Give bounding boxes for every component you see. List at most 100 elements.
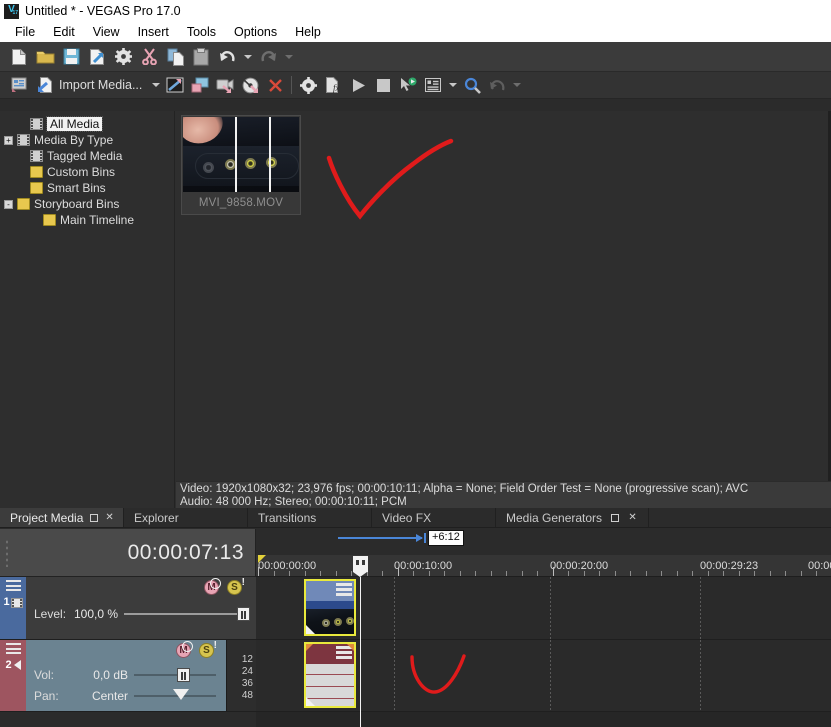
- stop-icon[interactable]: [371, 73, 395, 97]
- project-media-icon[interactable]: [7, 73, 31, 97]
- capture-video-button[interactable]: [213, 73, 237, 97]
- track-header-audio-2[interactable]: 2 M S Vol: 0,0 dB: [0, 640, 256, 712]
- render-as-button[interactable]: [85, 45, 109, 69]
- timecode-grip[interactable]: [5, 539, 9, 567]
- track-number-video[interactable]: 1: [0, 577, 26, 639]
- media-thumbnail-filename: MVI_9858.MOV: [198, 197, 284, 209]
- search-icon[interactable]: [460, 73, 484, 97]
- import-media-label[interactable]: Import Media...: [57, 78, 148, 92]
- expander-icon: [17, 120, 26, 129]
- panel-tab-bar: Project Media ✕ Explorer Transitions Vid…: [0, 508, 831, 528]
- mute-button-audio[interactable]: M: [176, 641, 193, 658]
- audio-level-meter[interactable]: 12 24 36 48: [226, 640, 256, 711]
- audio-clip[interactable]: [304, 642, 356, 708]
- open-project-button[interactable]: [33, 45, 57, 69]
- menu-item-tools[interactable]: Tools: [178, 23, 225, 41]
- import-media-caret-icon[interactable]: [149, 73, 162, 97]
- clip-fade-in-handle[interactable]: [306, 697, 315, 706]
- clip-menu-icon[interactable]: [336, 583, 352, 596]
- expander-minus-icon[interactable]: -: [4, 199, 13, 209]
- tree-item-media-by-type[interactable]: + Media By Type: [0, 132, 174, 148]
- menu-item-options[interactable]: Options: [225, 23, 286, 41]
- clip-fade-corner-left[interactable]: [306, 644, 313, 651]
- close-icon[interactable]: [263, 73, 287, 97]
- project-properties-button[interactable]: [111, 45, 135, 69]
- track-menu-icon[interactable]: [5, 643, 21, 654]
- media-bins-tree[interactable]: All Media + Media By Type Tagged Media C…: [0, 111, 175, 508]
- video-track-controls: M S Level: 100,0 %: [26, 577, 256, 639]
- playhead-cursor-icon[interactable]: [353, 556, 368, 577]
- auto-preview-icon[interactable]: [396, 73, 420, 97]
- tab-float-icon[interactable]: [609, 512, 620, 523]
- mute-button-video[interactable]: M: [204, 578, 221, 595]
- timeline-lane-audio[interactable]: [256, 640, 831, 712]
- tree-item-tagged-media[interactable]: Tagged Media: [0, 148, 174, 164]
- ruler-tick: [537, 571, 538, 576]
- views-icon[interactable]: [421, 73, 445, 97]
- expander-plus-icon[interactable]: +: [4, 135, 13, 145]
- expander-icon: [17, 184, 26, 193]
- menu-item-help[interactable]: Help: [286, 23, 330, 41]
- new-project-button[interactable]: [7, 45, 31, 69]
- media-thumbnail-area[interactable]: MVI_9858.MOV: [175, 111, 831, 508]
- tab-video-fx[interactable]: Video FX: [372, 508, 496, 527]
- menu-item-view[interactable]: View: [84, 23, 129, 41]
- solo-button-audio[interactable]: S: [199, 640, 217, 658]
- menu-item-insert[interactable]: Insert: [129, 23, 178, 41]
- track-menu-icon[interactable]: [5, 580, 21, 591]
- film-bin-icon: [17, 134, 30, 146]
- media-thumbnail-card[interactable]: MVI_9858.MOV: [181, 115, 301, 215]
- tree-item-all-media[interactable]: All Media: [0, 116, 174, 132]
- media-properties-button[interactable]: [188, 73, 212, 97]
- tab-project-media[interactable]: Project Media ✕: [0, 508, 124, 527]
- save-button[interactable]: [59, 45, 83, 69]
- copy-button[interactable]: [163, 45, 187, 69]
- import-media-icon[interactable]: [32, 73, 56, 97]
- video-clip[interactable]: [304, 579, 356, 636]
- tab-label: Transitions: [258, 510, 317, 525]
- tree-item-main-timeline[interactable]: Main Timeline: [0, 212, 174, 228]
- timeline-lane-video[interactable]: [256, 577, 831, 640]
- menu-item-file[interactable]: File: [6, 23, 44, 41]
- pan-slider-audio[interactable]: [134, 689, 216, 703]
- clip-fade-in-handle[interactable]: [306, 625, 315, 634]
- tab-float-icon[interactable]: [90, 512, 99, 523]
- level-slider-video[interactable]: [124, 607, 250, 621]
- clip-fade-corner-right[interactable]: [347, 644, 354, 651]
- timeline-ruler[interactable]: 00:00:00:00 00:00:10:00 00:00:20:00 00:0…: [256, 555, 831, 577]
- remove-media-button[interactable]: [163, 73, 187, 97]
- menu-item-edit[interactable]: Edit: [44, 23, 84, 41]
- gear-icon[interactable]: [296, 73, 320, 97]
- cut-button[interactable]: [137, 45, 161, 69]
- timeline-playhead[interactable]: [360, 577, 361, 727]
- timeline-drag-strip[interactable]: +6:12: [256, 529, 831, 555]
- timeline-tracks-area[interactable]: [256, 577, 831, 727]
- tab-transitions[interactable]: Transitions: [248, 508, 372, 527]
- audio-track-icon: [13, 660, 21, 670]
- media-status-bar: Video: 1920x1080x32; 23,976 fps; 00:00:1…: [176, 481, 831, 508]
- undo-dropdown-caret-icon[interactable]: [241, 45, 254, 69]
- redo-dropdown-caret-icon[interactable]: [282, 45, 295, 69]
- tab-media-generators[interactable]: Media Generators ✕: [496, 508, 650, 527]
- solo-button-video[interactable]: S: [227, 577, 245, 595]
- paste-button[interactable]: [189, 45, 213, 69]
- views-caret-icon[interactable]: [446, 73, 459, 97]
- redo-button[interactable]: [256, 45, 280, 69]
- track-header-video-1[interactable]: 1 M S Level: 100,0 %: [0, 577, 256, 640]
- tab-close-icon[interactable]: ✕: [627, 512, 638, 523]
- extract-audio-cd-button[interactable]: [238, 73, 262, 97]
- volume-slider-audio[interactable]: [134, 668, 216, 682]
- timecode-display[interactable]: 00:00:07:13: [0, 529, 256, 577]
- refresh-caret-icon[interactable]: [510, 73, 523, 97]
- tab-explorer[interactable]: Explorer: [124, 508, 248, 527]
- tree-item-custom-bins[interactable]: Custom Bins: [0, 164, 174, 180]
- undo-button[interactable]: [215, 45, 239, 69]
- tree-item-storyboard-bins[interactable]: - Storyboard Bins: [0, 196, 174, 212]
- tree-item-smart-bins[interactable]: Smart Bins: [0, 180, 174, 196]
- media-fx-icon[interactable]: fx: [321, 73, 345, 97]
- track-number-audio[interactable]: 2: [0, 640, 26, 711]
- play-icon[interactable]: [346, 73, 370, 97]
- refresh-icon[interactable]: [485, 73, 509, 97]
- tree-item-label: Main Timeline: [60, 213, 135, 227]
- tab-close-icon[interactable]: ✕: [105, 512, 113, 523]
